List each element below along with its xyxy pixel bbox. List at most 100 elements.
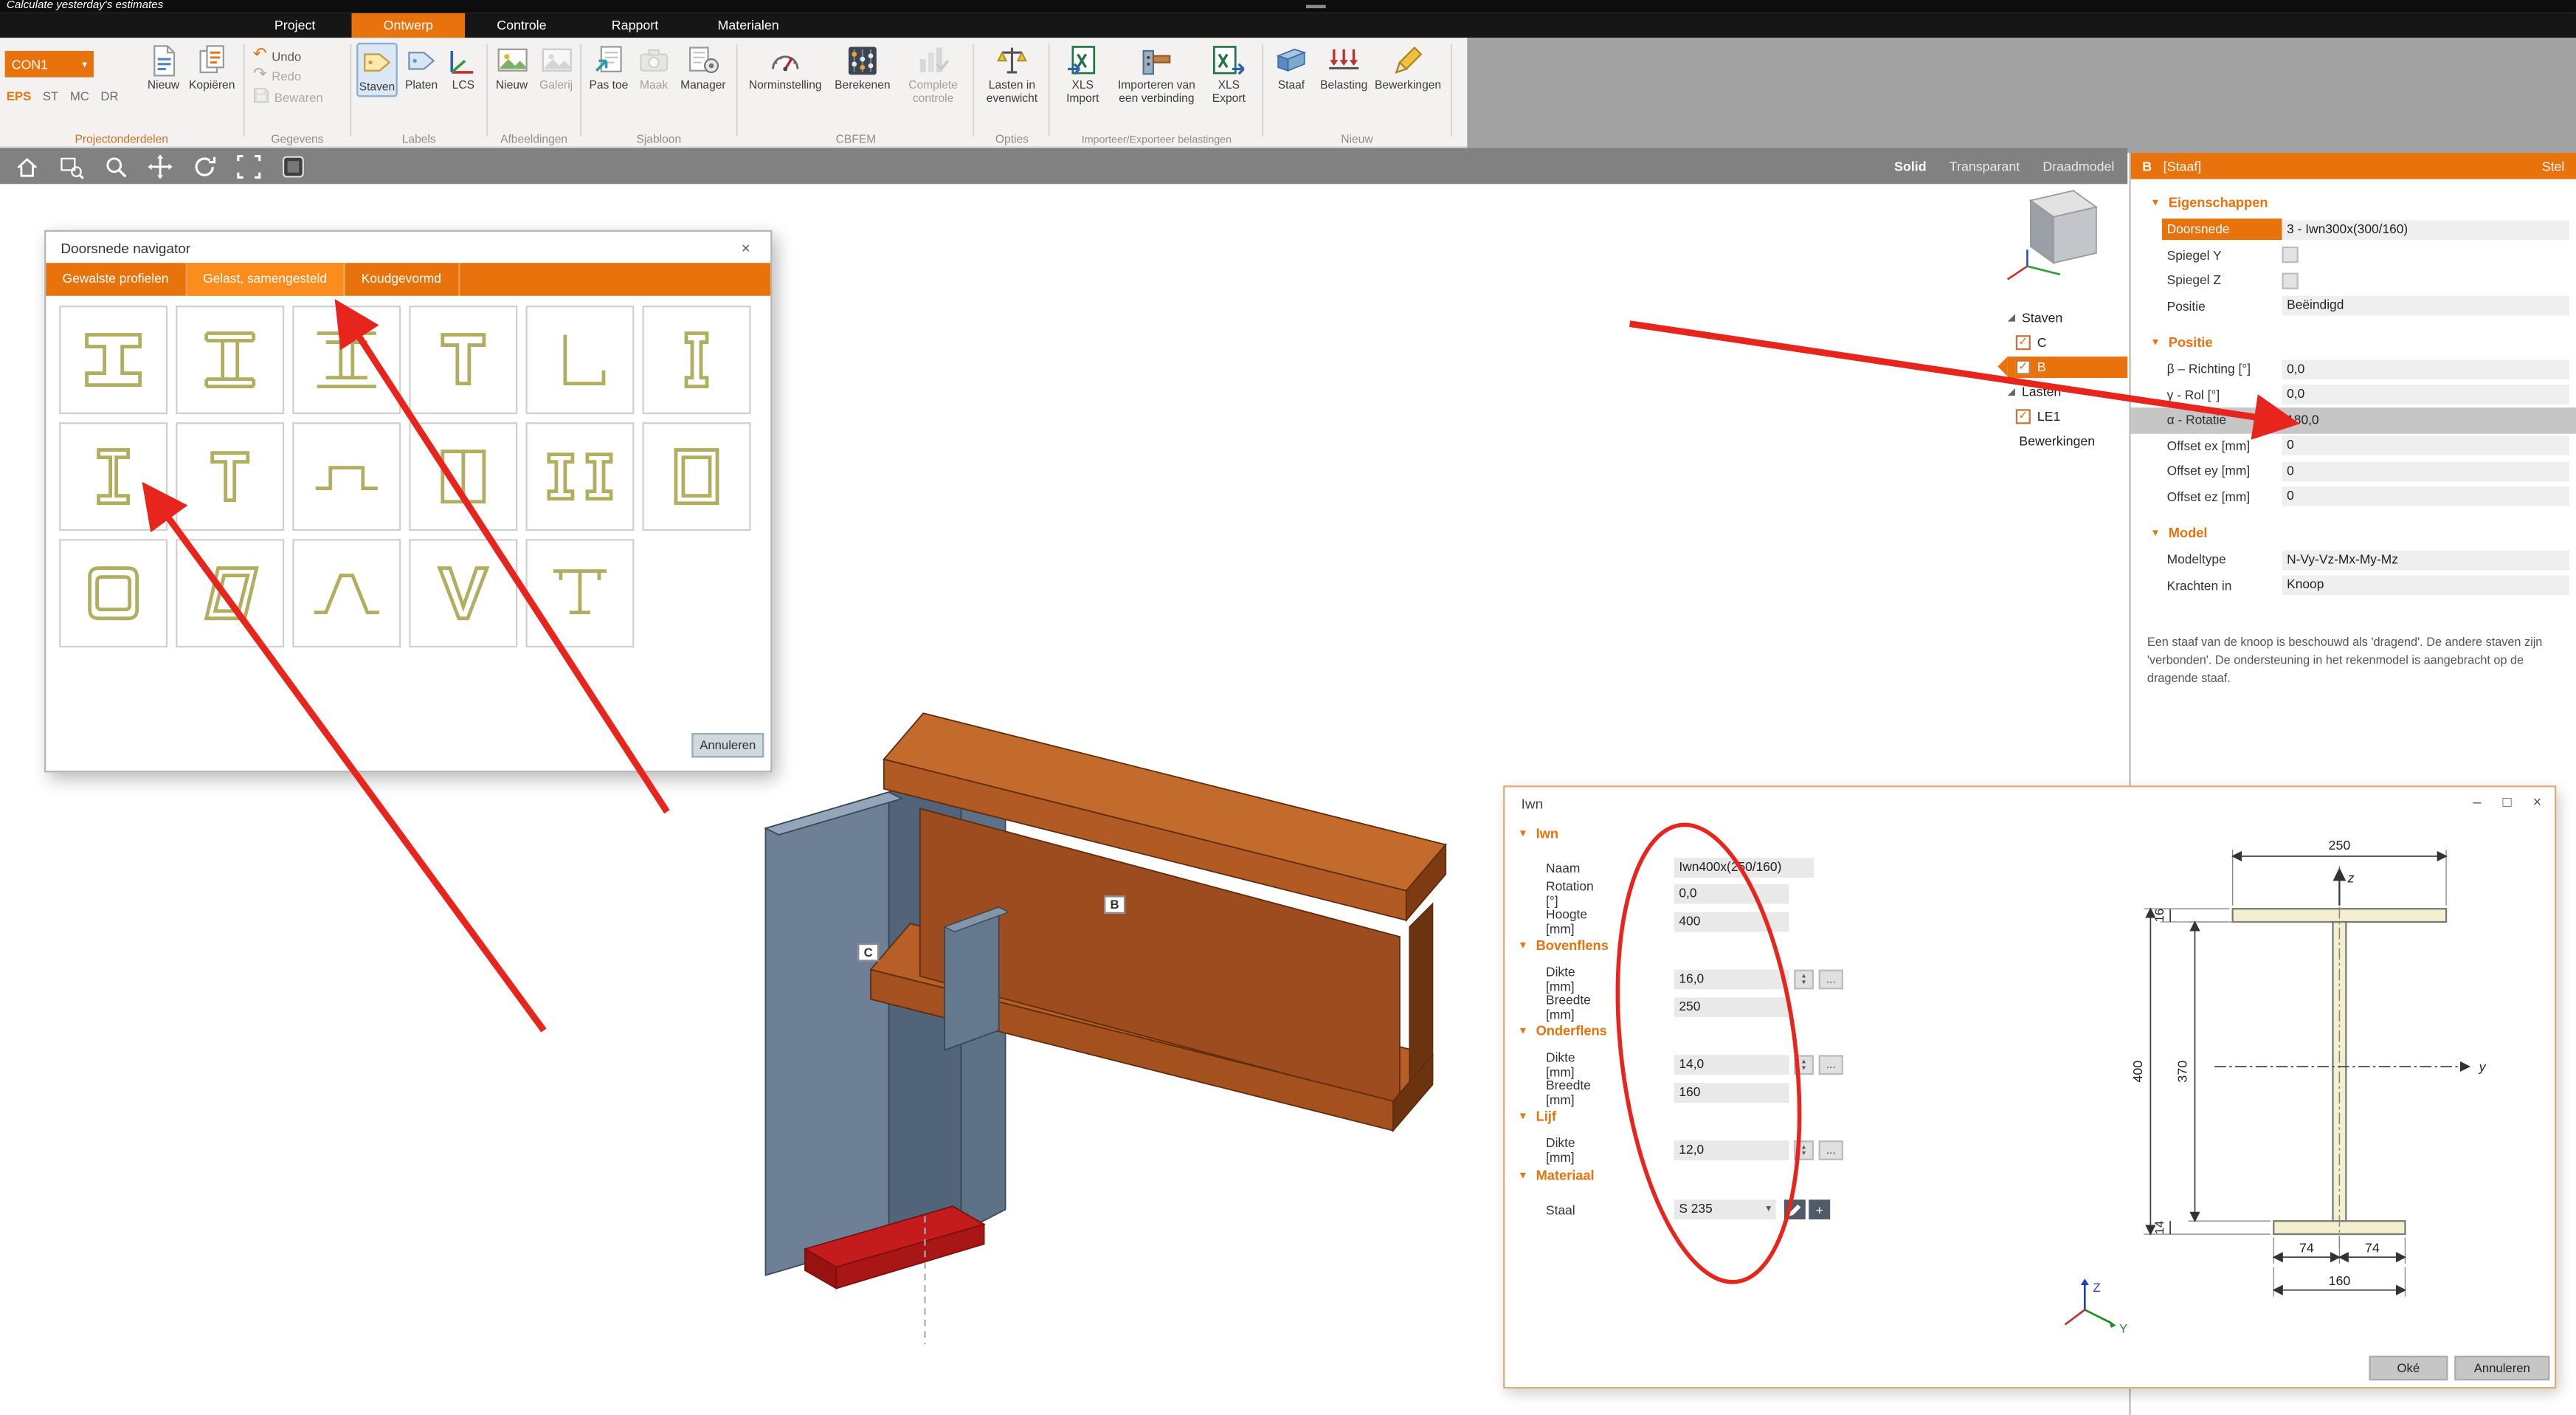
platen-labels-button[interactable]: Platen [401, 43, 442, 94]
tree-node-lasten[interactable]: ◢ Lasten [1980, 379, 2127, 404]
tree-node-b[interactable]: ✓ B [1980, 355, 2127, 379]
redo-button[interactable]: ↷ Redo [253, 67, 301, 83]
rotate-view-button[interactable] [190, 153, 217, 179]
beta-richting-value[interactable]: 0,0 [2282, 359, 2569, 379]
profile-tile-box-skew[interactable] [176, 539, 284, 647]
spiegel-z-checkbox[interactable] [2282, 272, 2298, 289]
maximize-icon[interactable]: □ [2502, 793, 2511, 810]
profile-tile-t-sec[interactable] [409, 306, 517, 414]
code-mc[interactable]: MC [70, 89, 89, 103]
maak-button[interactable]: Maak [634, 43, 673, 94]
gamma-rol-value[interactable]: 0,0 [2282, 385, 2569, 405]
zoom-fit-button[interactable] [235, 153, 261, 179]
home-view-button[interactable] [13, 153, 40, 179]
belasting-button[interactable]: Belasting [1318, 43, 1370, 94]
project-item-combo[interactable]: CON1▾ [5, 51, 94, 78]
of-dikte-input[interactable]: 14,0 [1674, 1055, 1789, 1075]
tab-gewalste-profielen[interactable]: Gewalste profielen [46, 263, 187, 296]
lcs-button[interactable]: LCS [443, 43, 483, 94]
checkbox-le1[interactable]: ✓ [2016, 409, 2031, 424]
bewaren-button[interactable]: Bewaren [253, 87, 323, 107]
positie-value[interactable]: Beëindigd [2282, 296, 2569, 316]
window-drag-handle[interactable] [1306, 5, 1326, 8]
tab-materialen[interactable]: Materialen [691, 13, 805, 38]
bf-dikte-more-button[interactable]: ... [1819, 970, 1843, 990]
section-iwn[interactable]: ▼Iwn [1518, 827, 1558, 841]
profile-tile-i-narrow[interactable] [643, 306, 751, 414]
pas-toe-button[interactable]: Pas toe [587, 43, 631, 94]
minimize-icon[interactable]: – [2473, 793, 2481, 810]
importeren-verbinding-button[interactable]: Importeren van een verbinding [1113, 43, 1199, 107]
render-mode-transparant[interactable]: Transparant [1950, 159, 2020, 173]
kopieren-button[interactable]: Kopiëren [187, 43, 237, 94]
lijf-dikte-stepper[interactable]: ▴▾ [1794, 1140, 1814, 1160]
of-dikte-more-button[interactable]: ... [1819, 1055, 1843, 1075]
lijf-dikte-input[interactable]: 12,0 [1674, 1140, 1789, 1160]
tab-project[interactable]: Project [238, 13, 352, 38]
profile-tile-t-slim[interactable] [176, 422, 284, 531]
code-eps[interactable]: EPS [7, 89, 31, 103]
tree-node-le1[interactable]: ✓ LE1 [1980, 404, 2127, 429]
undo-button[interactable]: ↶ Undo [253, 48, 301, 64]
bf-breedte-input[interactable]: 250 [1674, 997, 1789, 1017]
profile-tile-hat-trap[interactable] [292, 539, 401, 647]
beam-b-label[interactable]: B [1104, 895, 1125, 913]
krachten-value[interactable]: Knoop [2282, 576, 2569, 596]
profile-tile-hat-flat[interactable] [292, 422, 401, 531]
navigator-cancel-button[interactable]: Annuleren [691, 733, 764, 757]
bf-dikte-input[interactable]: 16,0 [1674, 970, 1789, 990]
manager-button[interactable]: Manager [675, 43, 731, 94]
staaf-button[interactable]: Staaf [1268, 43, 1314, 94]
xls-import-button[interactable]: XLS Import [1054, 43, 1111, 107]
xls-export-button[interactable]: XLS Export [1201, 43, 1257, 107]
profile-tile-i-double[interactable] [525, 422, 634, 531]
doorsnede-value[interactable]: 3 - Iwn300x(300/160) [2282, 220, 2569, 240]
section-positie[interactable]: ▼ Positie [2131, 328, 2576, 357]
checkbox-c[interactable]: ✓ [2016, 335, 2031, 350]
render-mode-solid[interactable]: Solid [1894, 159, 1927, 173]
profile-tile-i-chan[interactable] [176, 306, 284, 414]
tab-rapport[interactable]: Rapport [579, 13, 692, 38]
offset-ez-value[interactable]: 0 [2282, 487, 2569, 507]
tab-koudgevormd[interactable]: Koudgevormd [345, 263, 460, 296]
modeltype-value[interactable]: N-Vy-Vz-Mx-My-Mz [2282, 550, 2569, 570]
tree-node-bewerkingen[interactable]: Bewerkingen [1980, 429, 2127, 453]
naam-input[interactable]: Iwn400x(250/160) [1674, 858, 1814, 878]
section-model[interactable]: ▼ Model [2131, 520, 2576, 548]
zoom-window-button[interactable] [58, 153, 84, 179]
nieuw-afbeelding-button[interactable]: Nieuw [491, 43, 533, 94]
expander-icon[interactable]: ◢ [2008, 312, 2015, 324]
profile-tile-v-sec[interactable] [409, 539, 517, 647]
section-eigenschappen[interactable]: ▼ Eigenschappen [2131, 189, 2576, 217]
code-dr[interactable]: DR [100, 89, 118, 103]
section-onderflens[interactable]: ▼Onderflens [1518, 1024, 1607, 1039]
render-mode-draadmodel[interactable]: Draadmodel [2043, 159, 2114, 173]
zoom-button[interactable] [102, 153, 128, 179]
of-dikte-stepper[interactable]: ▴▾ [1794, 1055, 1814, 1075]
staven-labels-button[interactable]: Staven [356, 43, 398, 97]
profile-tile-box-round[interactable] [59, 539, 168, 647]
complete-controle-button[interactable]: Complete controle [897, 43, 970, 107]
offset-ex-value[interactable]: 0 [2282, 436, 2569, 456]
profile-tile-i-plated[interactable] [292, 306, 401, 414]
profile-tile-truss[interactable] [525, 539, 634, 647]
column-c-label[interactable]: C [857, 943, 879, 961]
tab-gelast-samengesteld[interactable]: Gelast, samengesteld [187, 263, 345, 296]
alpha-rotatie-value[interactable]: 180,0 [2282, 410, 2569, 430]
screenshot-button[interactable] [279, 153, 305, 179]
add-material-button[interactable]: + [1809, 1199, 1830, 1219]
staal-dropdown[interactable]: S 235▾ [1674, 1199, 1776, 1219]
section-materiaal[interactable]: ▼Materiaal [1518, 1168, 1594, 1183]
nieuw-project-button[interactable]: Nieuw [141, 43, 185, 94]
lijf-dikte-more-button[interactable]: ... [1819, 1140, 1843, 1160]
ok-button[interactable]: Oké [2369, 1356, 2448, 1380]
profile-tile-i-slim[interactable] [59, 422, 168, 531]
expander-icon[interactable]: ◢ [2008, 386, 2015, 398]
spiegel-y-checkbox[interactable] [2282, 247, 2298, 264]
checkbox-b[interactable]: ✓ [2016, 360, 2031, 375]
hoogte-input[interactable]: 400 [1674, 912, 1789, 932]
profile-tile-u-lip[interactable] [525, 306, 634, 414]
tree-b-selected[interactable]: ✓ B [2008, 357, 2128, 378]
close-icon[interactable]: × [736, 239, 756, 255]
doorsnede-label[interactable]: Doorsnede [2162, 219, 2282, 241]
